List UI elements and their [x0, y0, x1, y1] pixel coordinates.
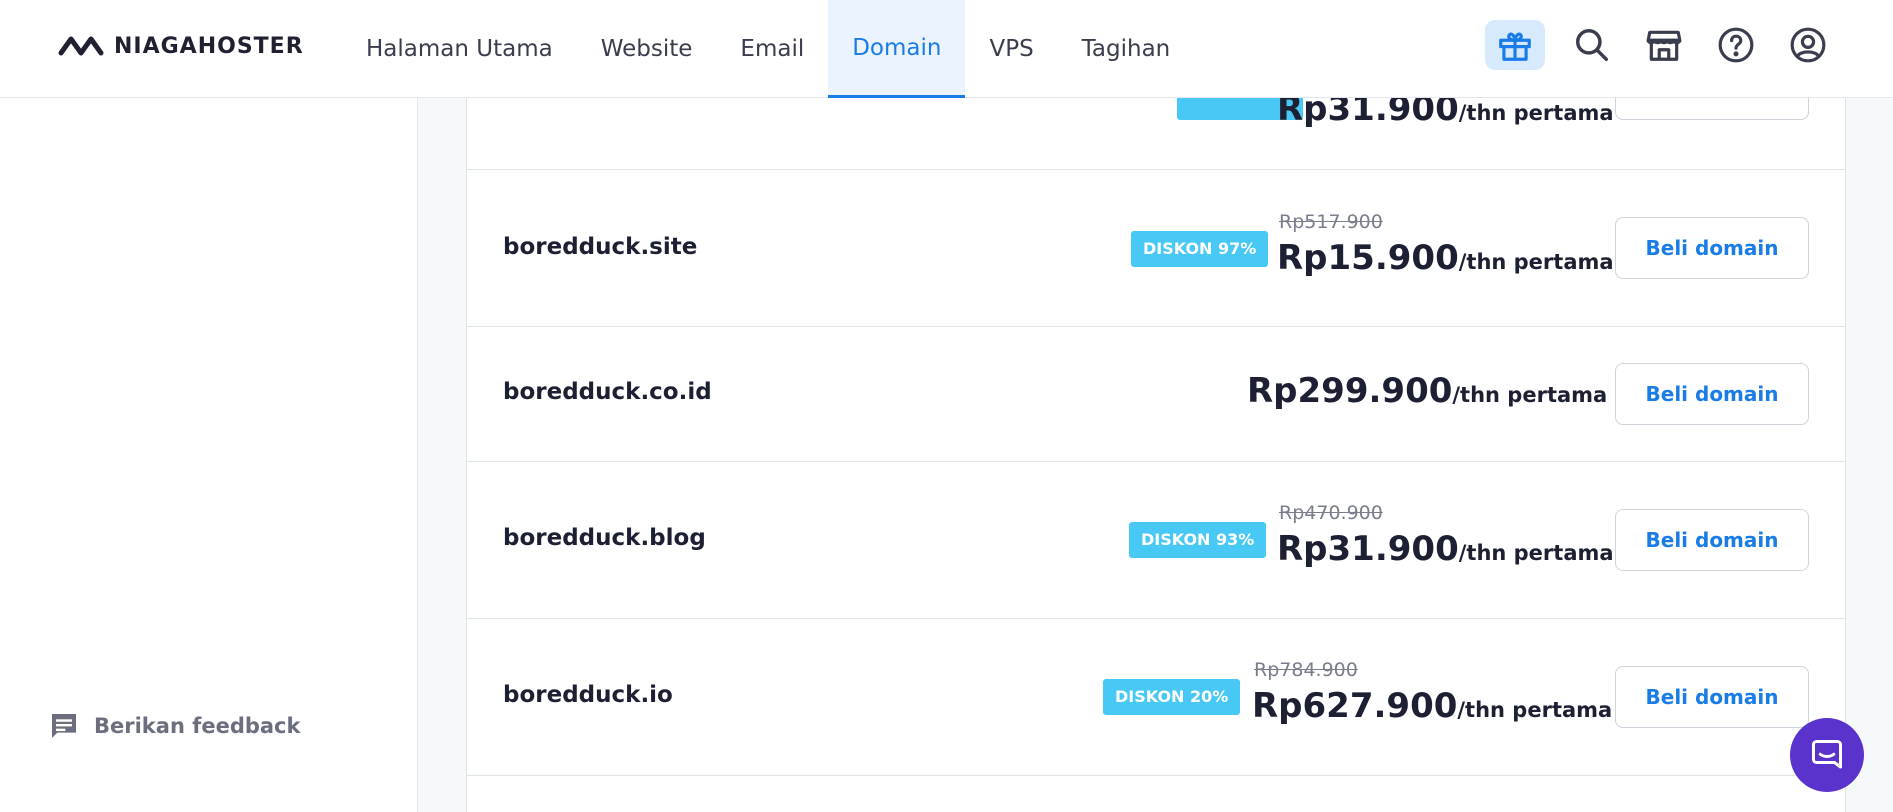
nav-tagihan[interactable]: Tagihan — [1058, 0, 1195, 98]
nav-email[interactable]: Email — [716, 0, 828, 98]
domain-name: boredduck.site — [503, 234, 698, 260]
domain-results-list: Rp31.900/thn pertama boredduck.site DISK… — [466, 98, 1846, 812]
sidebar: Berikan feedback — [0, 98, 418, 812]
price-current: Rp627.900/thn pertama — [1252, 686, 1612, 726]
niagahoster-logo[interactable]: NIAGAHOSTER — [58, 33, 304, 59]
chat-icon — [52, 714, 76, 738]
account-button[interactable] — [1783, 20, 1833, 70]
discount-badge: DISKON 97% — [1131, 231, 1269, 267]
feedback-button[interactable]: Berikan feedback — [48, 710, 300, 742]
header-icons — [1485, 20, 1833, 70]
buy-domain-button[interactable]: Beli domain — [1615, 217, 1809, 279]
domain-row: Rp31.900/thn pertama — [467, 98, 1845, 170]
price-current: Rp299.900/thn pertama — [1247, 371, 1607, 411]
search-button[interactable] — [1567, 20, 1617, 70]
gift-icon — [1499, 32, 1531, 61]
price-amount: Rp31.900 — [1277, 98, 1459, 129]
domain-row: boredduck.co.id Rp299.900/thn pertama Be… — [467, 327, 1845, 462]
price-amount: Rp627.900 — [1252, 686, 1458, 726]
main-content: Rp31.900/thn pertama boredduck.site DISK… — [418, 98, 1893, 812]
domain-name: boredduck.co.id — [503, 379, 712, 405]
nav-domain[interactable]: Domain — [828, 0, 966, 98]
price-unit: /thn pertama — [1458, 250, 1614, 274]
price-original: Rp784.900 — [1254, 659, 1358, 681]
price-amount: Rp299.900 — [1247, 371, 1453, 411]
price-original: Rp517.900 — [1279, 211, 1383, 233]
logo-mark-icon — [58, 36, 104, 56]
price-amount: Rp31.900 — [1277, 529, 1459, 569]
main-nav: Halaman Utama Website Email Domain VPS T… — [342, 0, 1194, 98]
price-unit: /thn pertama — [1458, 541, 1614, 565]
price-unit: /thn pertama — [1457, 698, 1613, 722]
price-amount: Rp15.900 — [1277, 238, 1459, 278]
buy-domain-button[interactable]: Beli domain — [1615, 363, 1809, 425]
user-icon — [1790, 27, 1826, 63]
price-current: Rp31.900/thn pertama — [1277, 98, 1614, 129]
discount-badge: DISKON 20% — [1103, 679, 1241, 715]
domain-name: boredduck.io — [503, 682, 673, 708]
price-current: Rp31.900/thn pertama — [1277, 529, 1614, 569]
help-button[interactable] — [1711, 20, 1761, 70]
discount-badge: DISKON 93% — [1129, 522, 1267, 558]
brand-name: NIAGAHOSTER — [114, 33, 304, 59]
feedback-label: Berikan feedback — [94, 714, 301, 738]
buy-domain-button[interactable]: Beli domain — [1615, 666, 1809, 728]
price-current: Rp15.900/thn pertama — [1277, 238, 1614, 278]
chat-bubble-icon — [1812, 740, 1842, 769]
chat-launcher-button[interactable] — [1790, 718, 1864, 792]
price-original: Rp470.900 — [1279, 502, 1383, 524]
domain-row: boredduck.site DISKON 97% Rp517.900 Rp15… — [467, 170, 1845, 327]
nav-vps[interactable]: VPS — [965, 0, 1057, 98]
domain-name: boredduck.blog — [503, 525, 706, 551]
store-icon — [1646, 30, 1682, 61]
store-button[interactable] — [1639, 20, 1689, 70]
domain-row: boredduck.blog DISKON 93% Rp470.900 Rp31… — [467, 462, 1845, 619]
nav-halaman-utama[interactable]: Halaman Utama — [342, 0, 577, 98]
nav-website[interactable]: Website — [577, 0, 717, 98]
buy-domain-button[interactable]: Beli domain — [1615, 509, 1809, 571]
help-icon — [1718, 27, 1754, 63]
domain-row: boredduck.io DISKON 20% Rp784.900 Rp627.… — [467, 619, 1845, 776]
price-unit: /thn pertama — [1458, 101, 1614, 125]
top-header: NIAGAHOSTER Halaman Utama Website Email … — [0, 0, 1893, 98]
gift-button[interactable] — [1485, 20, 1545, 70]
domain-row — [467, 776, 1845, 812]
price-unit: /thn pertama — [1452, 383, 1608, 407]
buy-domain-button[interactable] — [1615, 98, 1809, 120]
search-icon — [1576, 29, 1608, 61]
